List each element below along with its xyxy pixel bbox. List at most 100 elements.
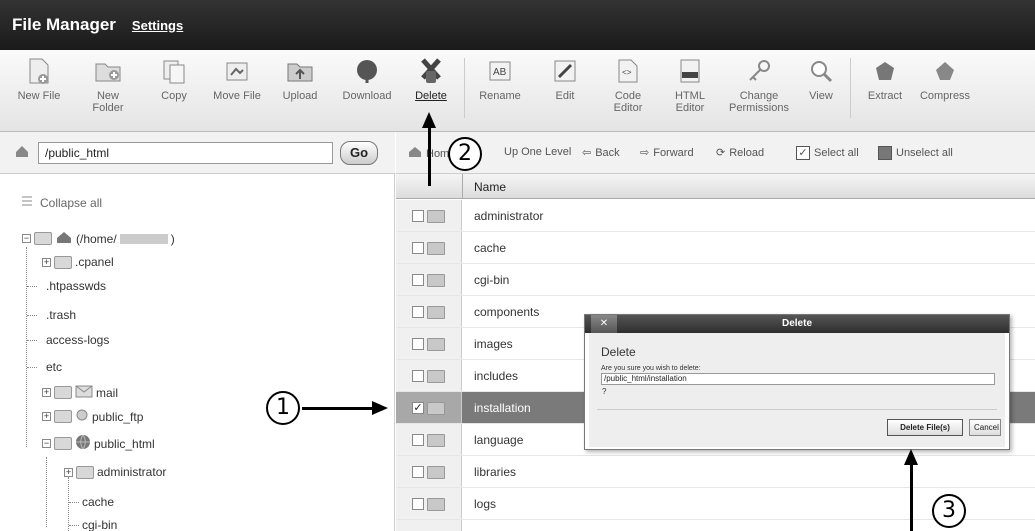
tree-item-access-logs[interactable]: access-logs — [46, 333, 109, 347]
settings-link[interactable]: Settings — [132, 18, 183, 33]
html-editor-icon — [675, 56, 705, 86]
view-icon — [806, 56, 836, 86]
table-row[interactable]: administrator — [396, 200, 1035, 232]
select-all-button[interactable]: ✓ Select all — [796, 146, 859, 160]
file-name: installation — [474, 401, 531, 415]
folder-icon — [427, 498, 445, 511]
tree-item-cpanel[interactable]: + .cpanel — [42, 255, 114, 269]
expand-toggle-icon[interactable]: + — [42, 388, 51, 397]
row-checkbox[interactable] — [412, 210, 424, 222]
delete-files-button[interactable]: Delete File(s) — [887, 419, 963, 436]
row-checkbox[interactable] — [412, 306, 424, 318]
row-checkbox[interactable] — [412, 466, 424, 478]
dialog-divider — [597, 409, 997, 410]
row-checkbox-checked[interactable]: ✓ — [412, 402, 424, 414]
file-name: libraries — [474, 465, 517, 479]
file-name: language — [474, 433, 524, 447]
tree-item-htpasswds[interactable]: .htpasswds — [46, 279, 106, 293]
move-file-button[interactable]: Move File — [208, 56, 266, 102]
folder-icon — [427, 338, 445, 351]
delete-button[interactable]: Delete — [408, 56, 454, 102]
forward-arrow-icon: ⇨ — [640, 147, 650, 159]
close-icon[interactable]: ✕ — [591, 315, 617, 333]
ftp-icon — [75, 408, 89, 425]
row-checkbox[interactable] — [412, 242, 424, 254]
row-checkbox[interactable] — [412, 498, 424, 510]
row-checkbox[interactable] — [412, 274, 424, 286]
globe-icon — [75, 434, 91, 453]
edit-button[interactable]: Edit — [548, 56, 582, 102]
tree-item-mail[interactable]: + mail — [42, 384, 118, 401]
tree-connector — [69, 502, 79, 503]
folder-icon — [54, 410, 72, 423]
tree-connector — [46, 457, 47, 527]
compress-icon — [930, 56, 960, 86]
table-row[interactable]: libraries — [396, 456, 1035, 488]
folder-icon — [427, 466, 445, 479]
tree-connector — [27, 367, 37, 368]
expand-toggle-icon[interactable]: + — [64, 467, 73, 477]
file-name: components — [474, 305, 540, 319]
unselect-all-button[interactable]: Unselect all — [878, 146, 953, 160]
tree-item-cgi-bin[interactable]: cgi-bin — [82, 518, 117, 531]
delete-path-field[interactable]: /public_html/installation — [601, 373, 995, 385]
table-row[interactable]: cache — [396, 232, 1035, 264]
tree-item-public-ftp[interactable]: + public_ftp — [42, 408, 143, 425]
expand-toggle-icon[interactable]: + — [42, 412, 51, 421]
change-permissions-button[interactable]: Change Permissions — [724, 56, 794, 114]
dialog-message: Are you sure you wish to delete: — [601, 365, 701, 372]
folder-icon — [427, 274, 445, 287]
tree-item-trash[interactable]: .trash — [46, 308, 76, 322]
back-arrow-icon: ⇦ — [582, 147, 592, 159]
folder-icon — [54, 437, 72, 450]
rename-button[interactable]: AB Rename — [476, 56, 524, 102]
home-small-icon — [14, 144, 30, 163]
new-folder-icon — [93, 56, 123, 86]
new-folder-button[interactable]: New Folder — [86, 56, 130, 114]
download-button[interactable]: Download — [338, 56, 396, 102]
go-button[interactable]: Go — [340, 141, 378, 165]
name-column-header[interactable]: Name — [474, 180, 506, 194]
home-icon — [55, 230, 73, 247]
back-button[interactable]: ⇦ Back — [582, 146, 620, 160]
view-button[interactable]: View — [804, 56, 838, 102]
code-editor-button[interactable]: <> Code Editor — [608, 56, 648, 114]
row-select-cell — [396, 520, 462, 531]
step-3-arrow — [910, 462, 913, 531]
row-checkbox[interactable] — [412, 338, 424, 350]
tree-connector — [27, 286, 37, 287]
folder-icon — [54, 255, 72, 269]
tree-item-administrator[interactable]: + administrator — [64, 465, 166, 479]
path-input[interactable] — [38, 142, 333, 164]
cancel-button[interactable]: Cancel — [969, 419, 1001, 436]
key-icon — [744, 56, 774, 86]
upload-button[interactable]: Upload — [278, 56, 322, 102]
collapse-all-link[interactable]: Collapse all — [20, 195, 102, 210]
tree-connector — [26, 247, 27, 447]
step-2-callout: 2 — [448, 137, 482, 171]
extract-button[interactable]: Extract — [860, 56, 910, 102]
tree-connector — [68, 477, 69, 531]
dialog-question-mark: ? — [602, 387, 607, 396]
collapse-toggle-icon[interactable]: − — [42, 439, 51, 448]
compress-button[interactable]: Compress — [916, 56, 974, 102]
row-checkbox[interactable] — [412, 370, 424, 382]
html-editor-button[interactable]: HTML Editor — [670, 56, 710, 114]
row-checkbox[interactable] — [412, 434, 424, 446]
dialog-body: Delete Are you sure you wish to delete: … — [589, 333, 1005, 447]
tree-item-cache[interactable]: cache — [82, 495, 114, 509]
forward-button[interactable]: ⇨ Forward — [640, 146, 694, 160]
new-file-button[interactable]: New File — [14, 56, 64, 102]
collapse-toggle-icon[interactable]: − — [22, 234, 31, 243]
expand-toggle-icon[interactable]: + — [42, 257, 51, 267]
tree-item-etc[interactable]: etc — [46, 360, 62, 374]
table-row[interactable]: cgi-bin — [396, 264, 1035, 296]
tree-root[interactable]: − (/home/ ) — [22, 230, 175, 247]
reload-button[interactable]: ⟳ Reload — [716, 146, 764, 160]
up-one-level-button[interactable]: Up One Level — [504, 146, 571, 158]
copy-button[interactable]: Copy — [154, 56, 194, 102]
tree-item-public-html[interactable]: − public_html — [42, 434, 155, 453]
dialog-title: Delete — [585, 315, 1009, 333]
folder-icon — [54, 386, 72, 399]
file-name: cgi-bin — [474, 273, 510, 287]
